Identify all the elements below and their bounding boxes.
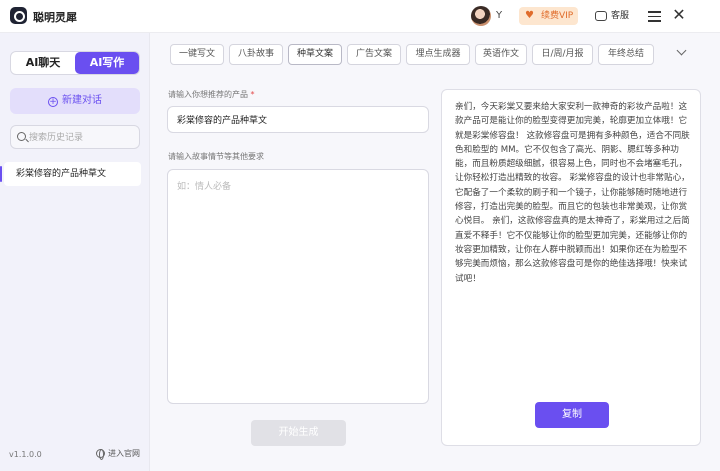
- history-search: [10, 125, 140, 149]
- tab-reports[interactable]: 日/周/月报: [532, 44, 593, 65]
- product-input[interactable]: [167, 106, 429, 133]
- generate-button[interactable]: 开始生成: [251, 420, 346, 446]
- tab-year-summary[interactable]: 年终总结: [598, 44, 654, 65]
- vip-diamond-icon: ♥: [525, 10, 534, 21]
- version-label: v1.1.0.0: [9, 450, 42, 459]
- tab-ad-copy[interactable]: 广告文案: [347, 44, 401, 65]
- history-item[interactable]: 彩棠修容的产品种草文: [0, 162, 141, 186]
- mode-ai-chat[interactable]: AI聊天: [11, 52, 75, 74]
- globe-icon: [96, 449, 105, 460]
- history-item-label: 彩棠修容的产品种草文: [16, 169, 107, 179]
- logo-icon: [10, 7, 27, 24]
- mode-ai-writing[interactable]: AI写作: [75, 52, 139, 74]
- website-link[interactable]: 进入官网: [96, 448, 140, 460]
- customer-service-button[interactable]: 客服: [595, 8, 629, 24]
- username[interactable]: Y: [496, 10, 502, 21]
- history-search-input[interactable]: [29, 130, 137, 146]
- tab-tracking-generator[interactable]: 埋点生成器: [406, 44, 470, 65]
- website-label: 进入官网: [108, 449, 140, 458]
- tab-gossip-story[interactable]: 八卦故事: [229, 44, 283, 65]
- title-bar: 聪明灵犀 Y ♥ 续费VIP 客服 ✕: [0, 0, 720, 33]
- new-chat-label: 新建对话: [62, 95, 102, 106]
- vip-label: 续费VIP: [541, 11, 574, 21]
- copy-button[interactable]: 复制: [535, 402, 609, 428]
- search-icon: [17, 132, 26, 141]
- app-title: 聪明灵犀: [33, 11, 77, 24]
- chevron-down-icon[interactable]: [677, 47, 687, 57]
- tab-product-recommend[interactable]: 种草文案: [288, 44, 342, 65]
- sidebar: AI聊天 AI写作 + 新建对话 彩棠修容的产品种草文 v1.1.0.0 进入官网: [0, 33, 150, 471]
- detail-label: 请输入故事情节等其他要求: [168, 152, 264, 161]
- product-label: 请输入你想推荐的产品 *: [168, 90, 255, 99]
- detail-textarea[interactable]: [167, 169, 429, 404]
- output-panel: 亲们，今天彩棠又要来给大家安利一款神奇的彩妆产品啦！这款产品可是能让你的脸型变得…: [441, 89, 701, 446]
- close-icon[interactable]: ✕: [671, 7, 687, 23]
- service-label: 客服: [611, 11, 630, 21]
- output-text: 亲们，今天彩棠又要来给大家安利一款神奇的彩妆产品啦！这款产品可是能让你的脸型变得…: [455, 102, 690, 284]
- active-marker: [0, 166, 2, 182]
- menu-icon[interactable]: [648, 11, 661, 22]
- renew-vip-button[interactable]: ♥ 续费VIP: [519, 7, 578, 25]
- required-mark: *: [250, 90, 255, 99]
- tab-one-click[interactable]: 一键写文: [170, 44, 224, 65]
- plus-circle-icon: +: [48, 97, 58, 107]
- main-panel: 一键写文 八卦故事 种草文案 广告文案 埋点生成器 英语作文 日/周/月报 年终…: [150, 33, 720, 471]
- mode-toggle: AI聊天 AI写作: [10, 51, 140, 75]
- tab-english-essay[interactable]: 英语作文: [475, 44, 527, 65]
- chat-icon: [595, 11, 607, 21]
- new-chat-button[interactable]: + 新建对话: [10, 88, 140, 114]
- avatar[interactable]: [471, 6, 491, 26]
